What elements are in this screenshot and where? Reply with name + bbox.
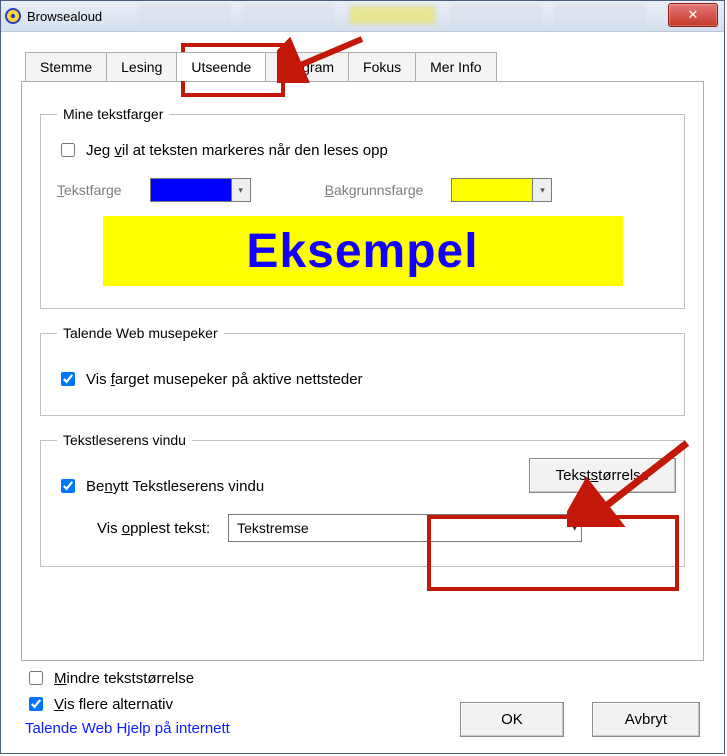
browsealoud-window: Browsealoud ✕ Stemme Lesing Utseende Pro… — [0, 0, 725, 754]
title-bar: Browsealoud ✕ — [1, 1, 724, 32]
text-color-picker[interactable]: ▾ — [150, 178, 251, 202]
label-bg-color: Bakgrunnsfarge — [325, 182, 424, 198]
tab-fokus[interactable]: Fokus — [348, 52, 416, 81]
help-link[interactable]: Talende Web Hjelp på internett — [25, 720, 230, 737]
label-highlight-text: Jeg vil at teksten markeres når den lese… — [86, 142, 388, 159]
fieldset-reader-window: Tekstleserens vindu Benytt Tekstleserens… — [40, 432, 685, 567]
checkbox-colored-pointer[interactable] — [61, 372, 75, 386]
tab-panel: Stemme Lesing Utseende Program Fokus Mer… — [21, 51, 704, 661]
tab-stemme[interactable]: Stemme — [25, 52, 107, 81]
close-icon: ✕ — [688, 7, 699, 23]
label-show-read-text: Vis opplest tekst: — [97, 520, 210, 537]
label-smaller-text: Mindre tekststørrelse — [54, 670, 194, 687]
legend-reader-window: Tekstleserens vindu — [57, 432, 192, 448]
legend-text-colors: Mine tekstfarger — [57, 106, 169, 122]
label-colored-pointer: Vis farget musepeker på aktive nettstede… — [86, 371, 363, 388]
checkbox-use-reader-window[interactable] — [61, 479, 75, 493]
cancel-button[interactable]: Avbryt — [592, 702, 700, 737]
checkbox-highlight-text[interactable] — [61, 143, 75, 157]
fieldset-pointer: Talende Web musepeker Vis farget musepek… — [40, 325, 685, 416]
label-text-color: Tekstfarge — [57, 182, 122, 198]
select-value: Tekstremse — [237, 520, 309, 536]
close-button[interactable]: ✕ — [668, 3, 718, 27]
window-title: Browsealoud — [27, 9, 102, 24]
legend-pointer: Talende Web musepeker — [57, 325, 224, 341]
checkbox-smaller-text[interactable] — [29, 671, 43, 685]
tab-utseende[interactable]: Utseende — [176, 52, 266, 81]
tab-body: Mine tekstfarger Jeg vil at teksten mark… — [21, 81, 704, 661]
app-icon — [5, 8, 21, 24]
bg-color-swatch — [451, 178, 533, 202]
chevron-down-icon: ▾ — [232, 178, 251, 202]
tab-merinfo[interactable]: Mer Info — [415, 52, 496, 81]
fieldset-text-colors: Mine tekstfarger Jeg vil at teksten mark… — [40, 106, 685, 309]
example-preview: Eksempel — [103, 216, 623, 286]
ok-button[interactable]: OK — [460, 702, 564, 737]
client-area: Stemme Lesing Utseende Program Fokus Mer… — [7, 37, 718, 747]
text-size-button[interactable]: Tekststørrelse — [529, 458, 676, 493]
select-show-read-text[interactable]: Tekstremse ▾ — [228, 514, 582, 542]
chevron-down-icon: ▾ — [533, 178, 552, 202]
label-more-options: Vis flere alternativ — [54, 696, 173, 713]
footer: Mindre tekststørrelse Vis flere alternat… — [25, 668, 700, 737]
chevron-down-icon: ▾ — [572, 523, 577, 534]
tab-program[interactable]: Program — [265, 52, 349, 81]
text-color-swatch — [150, 178, 232, 202]
bg-color-picker[interactable]: ▾ — [451, 178, 552, 202]
label-use-reader-window: Benytt Tekstleserens vindu — [86, 478, 264, 495]
background-blur — [141, 5, 644, 25]
tab-lesing[interactable]: Lesing — [106, 52, 177, 81]
tab-strip: Stemme Lesing Utseende Program Fokus Mer… — [25, 51, 704, 80]
checkbox-more-options[interactable] — [29, 697, 43, 711]
